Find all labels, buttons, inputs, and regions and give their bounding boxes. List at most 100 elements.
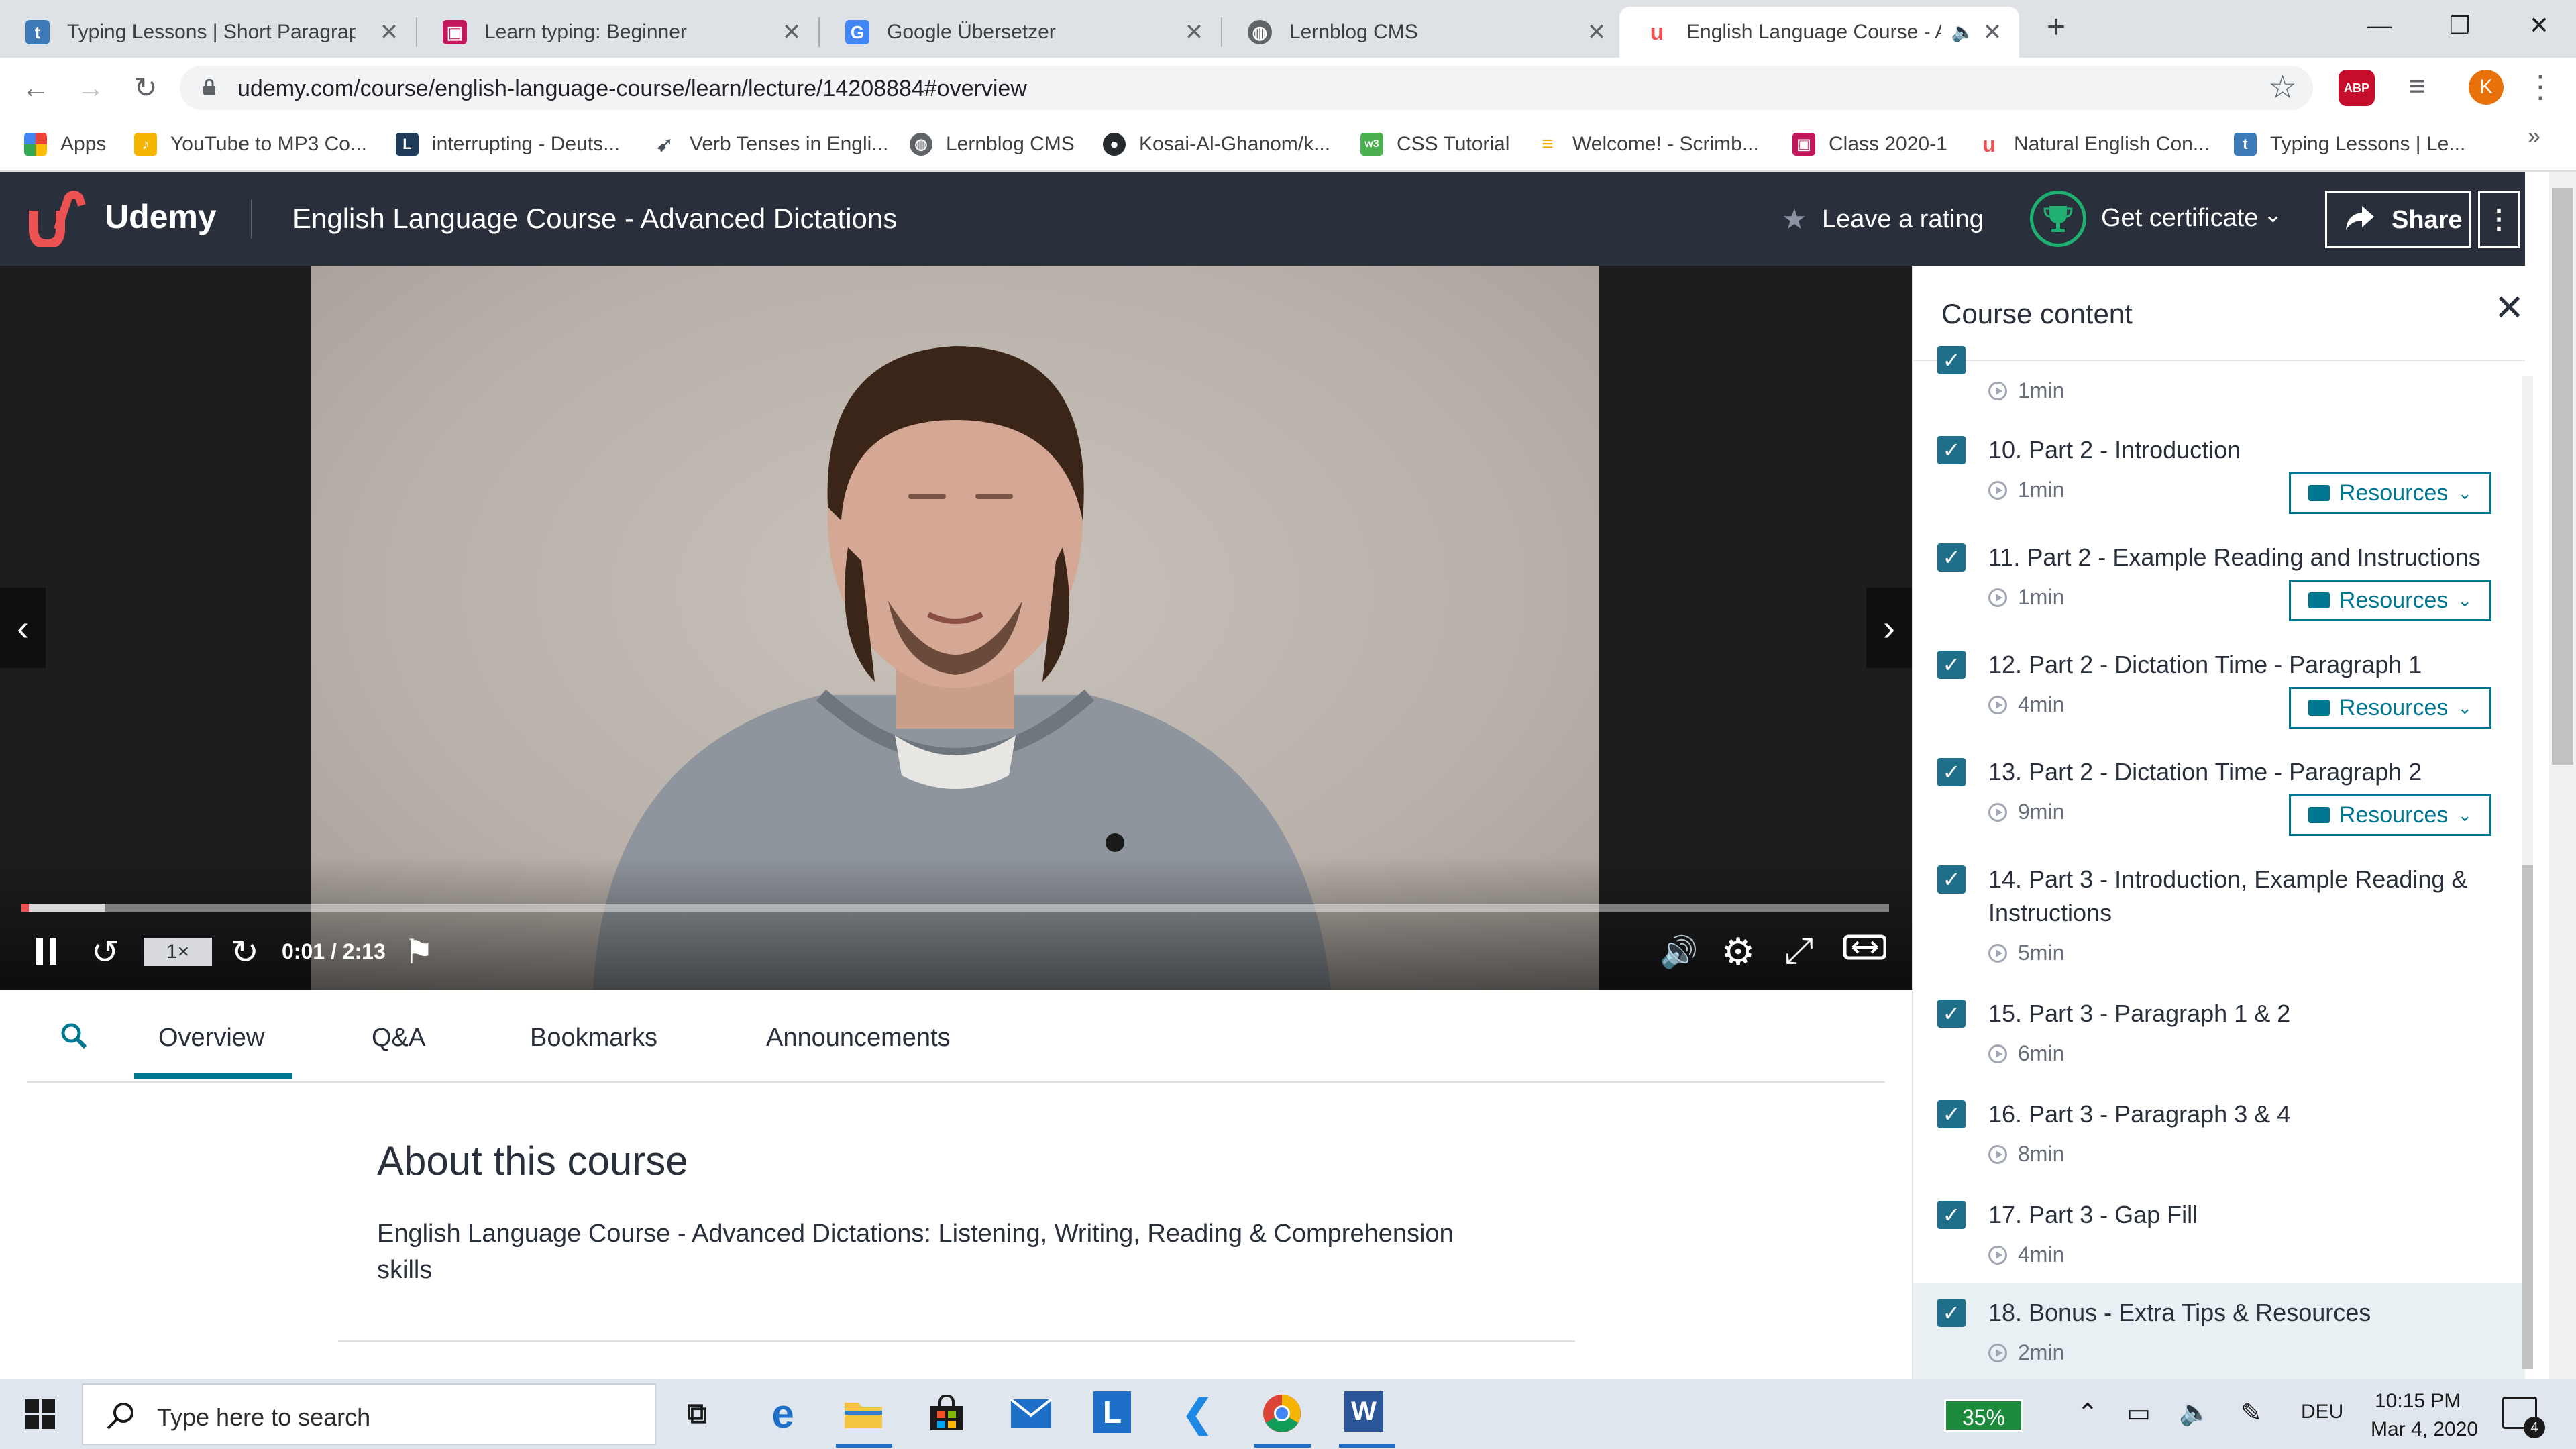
pen-icon[interactable]: ✎ xyxy=(2241,1398,2262,1428)
tab-overview[interactable]: Overview xyxy=(158,1024,264,1053)
checkbox-checked[interactable]: ✓ xyxy=(1937,436,1966,464)
lecture-item-partial[interactable]: ✓ 1min xyxy=(1913,346,2525,413)
clock-time[interactable]: 10:15 PM xyxy=(2375,1390,2461,1413)
get-certificate-button[interactable]: Get certificate xyxy=(2101,204,2258,233)
bookmark-star-icon[interactable]: ☆ xyxy=(2268,68,2297,106)
bookmark-typing-lessons[interactable]: t Typing Lessons | Le... xyxy=(2234,126,2465,162)
chevron-up-icon[interactable]: ⌃ xyxy=(2077,1398,2098,1428)
restore-button[interactable]: ❐ xyxy=(2423,0,2497,51)
leave-rating-button[interactable]: Leave a rating xyxy=(1822,205,1984,234)
windows-start-icon[interactable] xyxy=(25,1399,55,1429)
sidebar-scroll-thumb[interactable] xyxy=(2522,865,2533,1368)
resources-dropdown[interactable]: Resources ⌄ xyxy=(2289,580,2491,621)
forward-button[interactable]: ↻ xyxy=(231,932,259,971)
checkbox-checked[interactable]: ✓ xyxy=(1937,1201,1966,1229)
lecture-item[interactable]: ✓ 13. Part 2 - Dictation Time - Paragrap… xyxy=(1913,753,2525,852)
clock-date[interactable]: Mar 4, 2020 xyxy=(2371,1418,2478,1441)
course-title[interactable]: English Language Course - Advanced Dicta… xyxy=(292,203,897,235)
page-scroll-thumb[interactable] xyxy=(2552,188,2573,765)
add-bookmark-button[interactable]: ⚑ xyxy=(404,932,434,971)
edge-icon[interactable]: e xyxy=(761,1391,805,1436)
tab-qa[interactable]: Q&A xyxy=(372,1024,425,1053)
lecture-item[interactable]: ✓ 10. Part 2 - Introduction 1min Resourc… xyxy=(1913,431,2525,530)
store-icon[interactable] xyxy=(924,1391,969,1436)
lecture-item[interactable]: ✓ 12. Part 2 - Dictation Time - Paragrap… xyxy=(1913,645,2525,745)
bookmark-scrimba[interactable]: ≡ Welcome! - Scrimb... xyxy=(1536,126,1759,162)
progress-bar[interactable] xyxy=(21,904,1889,912)
trophy-icon[interactable] xyxy=(2030,191,2086,247)
lecture-item[interactable]: ✓ 16. Part 3 - Paragraph 3 & 4 8min xyxy=(1913,1095,2525,1194)
chevron-down-icon[interactable]: ⌄ xyxy=(2263,201,2283,228)
share-button[interactable]: Share xyxy=(2325,191,2471,248)
next-lecture-button[interactable]: › xyxy=(1866,588,1912,668)
pause-button[interactable] xyxy=(34,934,60,972)
bookmark-youtube-mp3[interactable]: ♪ YouTube to MP3 Co... xyxy=(134,126,367,162)
bookmark-natural-english[interactable]: u Natural English Con... xyxy=(1978,126,2210,162)
checkbox-checked[interactable]: ✓ xyxy=(1937,865,1966,894)
browser-tab-typing-lessons[interactable]: t Typing Lessons | Short Paragraph ✕ xyxy=(0,7,417,58)
expand-width-button[interactable] xyxy=(1843,932,1887,965)
settings-button[interactable]: ⚙ xyxy=(1721,930,1755,974)
l-app-icon[interactable]: L xyxy=(1093,1391,1131,1433)
more-options-button[interactable]: ⋮ xyxy=(2478,191,2520,248)
task-view-icon[interactable]: ⧉ xyxy=(675,1391,719,1436)
lecture-item[interactable]: ✓ 15. Part 3 - Paragraph 1 & 2 6min xyxy=(1913,994,2525,1093)
close-icon[interactable]: ✕ xyxy=(376,19,402,46)
tab-announcements[interactable]: Announcements xyxy=(766,1024,951,1053)
browser-tab-udemy-active[interactable]: u English Language Course - A 🔈 ✕ xyxy=(1619,7,2019,58)
bookmark-css-tutorial[interactable]: w3 CSS Tutorial xyxy=(1360,126,1509,162)
resources-dropdown[interactable]: Resources ⌄ xyxy=(2289,687,2491,729)
bookmarks-overflow-icon[interactable]: » xyxy=(2528,123,2540,150)
window-close-button[interactable]: ✕ xyxy=(2502,0,2576,51)
bookmark-class-2020[interactable]: ▣ Class 2020-1 xyxy=(1792,126,1947,162)
lecture-item-current[interactable]: ✓ 18. Bonus - Extra Tips & Resources 2mi… xyxy=(1913,1283,2525,1379)
speaker-icon[interactable]: 🔈 xyxy=(1949,19,1976,46)
new-tab-button[interactable]: + xyxy=(2038,9,2074,46)
rewind-button[interactable]: ↺ xyxy=(91,932,119,971)
lecture-item[interactable]: ✓ 11. Part 2 - Example Reading and Instr… xyxy=(1913,538,2525,637)
udemy-logo-text[interactable]: Udemy xyxy=(105,197,217,236)
search-icon[interactable] xyxy=(60,1022,87,1049)
battery-indicator[interactable]: 35% xyxy=(1944,1399,2023,1432)
bookmark-interrupting[interactable]: L interrupting - Deuts... xyxy=(396,126,620,162)
close-icon[interactable]: ✕ xyxy=(778,19,805,46)
close-icon[interactable]: ✕ xyxy=(1979,19,2006,46)
address-bar[interactable]: udemy.com/course/english-language-course… xyxy=(180,66,2313,110)
browser-tab-google-translate[interactable]: G Google Übersetzer ✕ xyxy=(820,7,1222,58)
checkbox-checked[interactable]: ✓ xyxy=(1937,1000,1966,1028)
profile-avatar[interactable]: K xyxy=(2469,70,2504,105)
checkbox-checked[interactable]: ✓ xyxy=(1937,543,1966,572)
word-icon[interactable]: W xyxy=(1344,1391,1383,1432)
close-icon[interactable]: ✕ xyxy=(1583,19,1610,46)
browser-tab-learn-typing[interactable]: ▣ Learn typing: Beginner ✕ xyxy=(417,7,820,58)
checkbox-checked[interactable]: ✓ xyxy=(1937,1100,1966,1128)
battery-icon[interactable]: ▭ xyxy=(2127,1398,2151,1428)
bookmark-verb-tenses[interactable]: ➹ Verb Tenses in Engli... xyxy=(653,126,888,162)
resources-dropdown[interactable]: Resources ⌄ xyxy=(2289,794,2491,836)
video-player[interactable]: ‹ › ↺ 1× ↻ 0:01 / 2:13 ⚑ 🔊 ⚙ ⤢ xyxy=(0,266,1912,990)
lecture-item[interactable]: ✓ 17. Part 3 - Gap Fill 4min xyxy=(1913,1195,2525,1295)
fullscreen-button[interactable]: ⤢ xyxy=(1784,930,1813,972)
checkbox-checked[interactable]: ✓ xyxy=(1937,758,1966,786)
resources-dropdown[interactable]: Resources ⌄ xyxy=(2289,472,2491,514)
checkbox-checked[interactable]: ✓ xyxy=(1937,651,1966,679)
udemy-logo-icon[interactable] xyxy=(27,191,89,247)
file-explorer-icon[interactable] xyxy=(841,1391,885,1436)
star-icon[interactable]: ★ xyxy=(1782,203,1807,235)
chrome-icon[interactable] xyxy=(1260,1391,1304,1436)
input-language[interactable]: DEU xyxy=(2301,1401,2343,1424)
bookmark-lernblog[interactable]: ◍ Lernblog CMS xyxy=(910,126,1075,162)
checkbox-checked[interactable]: ✓ xyxy=(1937,1299,1966,1327)
bookmark-github[interactable]: ● Kosai-Al-Ghanom/k... xyxy=(1103,126,1330,162)
reload-button[interactable]: ↻ xyxy=(126,68,165,107)
playback-speed-button[interactable]: 1× xyxy=(144,938,212,966)
lecture-item[interactable]: ✓ 14. Part 3 - Introduction, Example Rea… xyxy=(1913,860,2525,987)
back-button[interactable]: ← xyxy=(16,68,55,107)
vscode-icon[interactable]: ❮ xyxy=(1175,1391,1220,1436)
tab-bookmarks[interactable]: Bookmarks xyxy=(530,1024,657,1053)
adblock-icon[interactable]: ABP xyxy=(2339,70,2375,106)
forward-button[interactable]: → xyxy=(71,68,110,107)
chrome-menu-icon[interactable]: ⋮ xyxy=(2525,68,2556,105)
volume-icon[interactable]: 🔈 xyxy=(2179,1398,2210,1428)
previous-lecture-button[interactable]: ‹ xyxy=(0,588,46,668)
